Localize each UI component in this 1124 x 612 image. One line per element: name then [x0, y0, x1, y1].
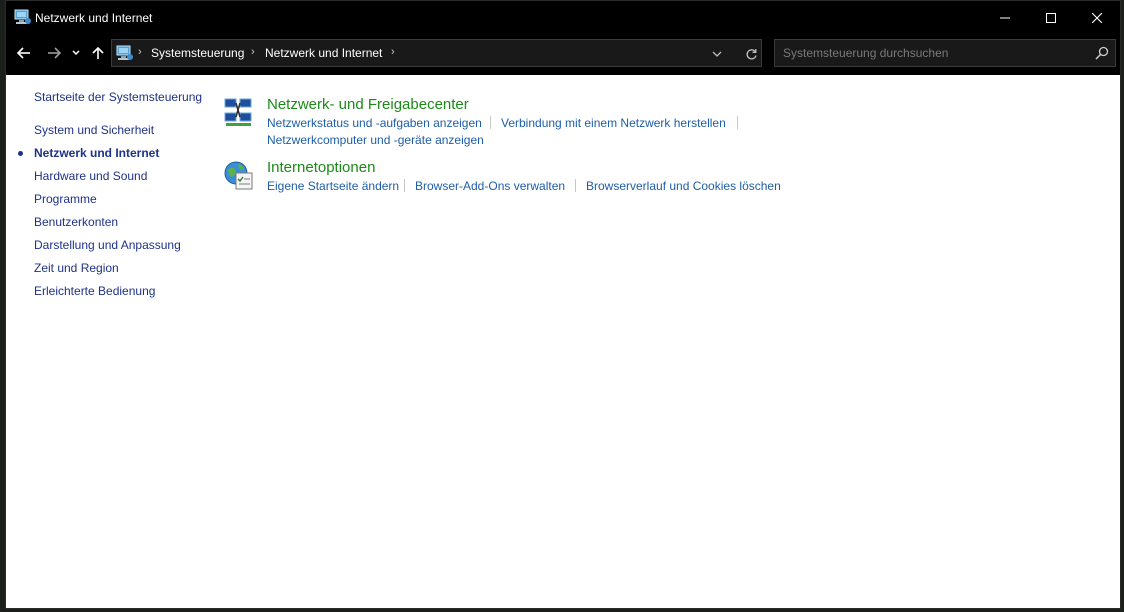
arrow-left-icon	[17, 47, 30, 59]
search-input[interactable]	[775, 40, 1085, 66]
chevron-down-icon	[72, 50, 80, 56]
task-separator	[575, 179, 576, 192]
task-link-netzwerkcomputer[interactable]: Netzwerkcomputer und -geräte anzeigen	[267, 133, 484, 147]
search-box[interactable]	[774, 39, 1116, 67]
close-icon	[1092, 12, 1102, 23]
current-item-bullet	[18, 151, 23, 156]
task-link-netzwerkstatus[interactable]: Netzwerkstatus und -aufgaben anzeigen	[267, 116, 482, 130]
sidebar: Startseite der Systemsteuerung System un…	[6, 75, 216, 608]
forward-button[interactable]	[42, 42, 66, 64]
window-title: Netzwerk und Internet	[35, 11, 153, 25]
title-bar[interactable]: Netzwerk und Internet	[6, 1, 1120, 34]
minimize-icon	[1000, 17, 1010, 18]
breadcrumb-systemsteuerung[interactable]: Systemsteuerung	[151, 46, 244, 60]
sidebar-item-system-und-sicherheit[interactable]: System und Sicherheit	[34, 123, 154, 137]
category-content: Netzwerk- und Freigabecenter Netzwerksta…	[216, 75, 1120, 608]
refresh-button[interactable]	[742, 45, 760, 63]
sidebar-item-benutzerkonten[interactable]: Benutzerkonten	[34, 215, 118, 229]
category-title-netzwerk-und-freigabecenter[interactable]: Netzwerk- und Freigabecenter	[267, 96, 469, 113]
task-separator	[737, 116, 738, 129]
sidebar-item-netzwerk-und-internet: Netzwerk und Internet	[34, 146, 160, 160]
task-link-browserverlauf-loeschen[interactable]: Browserverlauf und Cookies löschen	[586, 179, 781, 193]
up-button[interactable]	[86, 42, 110, 64]
arrow-right-icon	[48, 47, 61, 59]
sidebar-item-erleichterte-bedienung[interactable]: Erleichterte Bedienung	[34, 284, 155, 298]
task-separator	[404, 179, 405, 192]
refresh-icon	[746, 48, 757, 59]
navigation-bar: › Systemsteuerung › Netzwerk und Interne…	[6, 34, 1120, 75]
close-button[interactable]	[1074, 1, 1120, 34]
breadcrumb-netzwerk-und-internet[interactable]: Netzwerk und Internet	[265, 46, 382, 60]
sidebar-item-hardware-und-sound[interactable]: Hardware und Sound	[34, 169, 147, 183]
arrow-up-icon	[92, 46, 104, 59]
sidebar-item-zeit-und-region[interactable]: Zeit und Region	[34, 261, 119, 275]
task-link-browser-add-ons[interactable]: Browser-Add-Ons verwalten	[415, 179, 565, 193]
control-panel-icon	[116, 45, 133, 60]
sidebar-item-programme[interactable]: Programme	[34, 192, 97, 206]
maximize-button[interactable]	[1028, 1, 1074, 34]
maximize-icon	[1046, 12, 1056, 23]
recent-locations-button[interactable]	[68, 42, 84, 64]
internet-options-icon[interactable]	[222, 159, 256, 193]
task-link-verbindung-herstellen[interactable]: Verbindung mit einem Netzwerk herstellen	[501, 116, 726, 130]
minimize-button[interactable]	[982, 1, 1028, 34]
breadcrumb-separator-icon: ›	[391, 46, 395, 58]
sidebar-home-link[interactable]: Startseite der Systemsteuerung	[34, 90, 202, 104]
breadcrumb-separator-icon: ›	[138, 46, 142, 58]
breadcrumb-separator-icon: ›	[251, 46, 255, 58]
task-separator	[490, 116, 491, 129]
address-history-button[interactable]	[709, 46, 725, 62]
control-panel-icon	[14, 9, 31, 24]
control-panel-window: Netzwerk und Internet › Systemsteuerung …	[5, 0, 1121, 609]
task-link-startseite-aendern[interactable]: Eigene Startseite ändern	[267, 179, 399, 193]
network-sharing-center-icon[interactable]	[222, 95, 256, 129]
search-icon[interactable]	[1095, 46, 1109, 60]
chevron-down-icon	[712, 51, 722, 57]
address-bar[interactable]: › Systemsteuerung › Netzwerk und Interne…	[111, 39, 762, 67]
sidebar-item-darstellung-und-anpassung[interactable]: Darstellung und Anpassung	[34, 238, 181, 252]
back-button[interactable]	[12, 42, 36, 64]
category-title-internetoptionen[interactable]: Internetoptionen	[267, 159, 375, 176]
